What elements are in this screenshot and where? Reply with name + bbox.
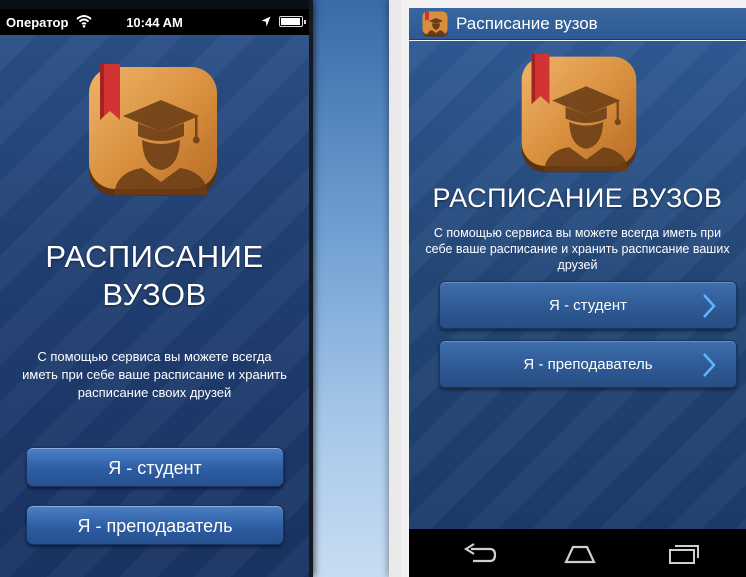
app-logo-icon xyxy=(521,54,637,173)
back-icon[interactable] xyxy=(463,543,497,565)
student-button[interactable]: Я - студент xyxy=(439,281,737,329)
home-icon[interactable] xyxy=(563,543,597,565)
teacher-button[interactable]: Я - преподаватель xyxy=(26,505,284,545)
student-button[interactable]: Я - студент xyxy=(26,447,284,487)
app-logo-icon[interactable] xyxy=(422,11,448,37)
app-logo-icon xyxy=(89,64,217,196)
iphone-device: Оператор 10:44 AM РАСПИСАНИЕ ВУЗОВ С пом… xyxy=(0,0,313,577)
student-button-label: Я - студент xyxy=(549,297,627,314)
teacher-button-label: Я - преподаватель xyxy=(523,356,653,373)
teacher-button[interactable]: Я - преподаватель xyxy=(439,340,737,388)
android-app-bar: Расписание вузов xyxy=(409,8,746,40)
app-description: С помощью сервиса вы можете всегда иметь… xyxy=(425,226,730,272)
app-title: РАСПИСАНИЕ ВУЗОВ xyxy=(432,183,723,213)
android-device: Расписание вузов РАСПИСАНИЕ ВУЗОВ С помо… xyxy=(389,0,746,577)
recent-apps-icon[interactable] xyxy=(667,543,701,565)
android-app-screen: РАСПИСАНИЕ ВУЗОВ С помощью сервиса вы мо… xyxy=(409,41,746,529)
ios-status-bar: Оператор 10:44 AM xyxy=(0,9,309,35)
ios-app-screen: РАСПИСАНИЕ ВУЗОВ С помощью сервиса вы мо… xyxy=(0,35,309,577)
battery-icon xyxy=(279,16,306,27)
location-arrow-icon xyxy=(261,16,271,27)
chevron-right-icon xyxy=(703,294,716,318)
app-title: РАСПИСАНИЕ ВУЗОВ xyxy=(45,239,264,312)
android-nav-bar xyxy=(409,529,746,577)
app-description: С помощью сервиса вы можете всегда иметь… xyxy=(22,349,287,400)
chevron-right-icon xyxy=(703,353,716,377)
app-bar-title: Расписание вузов xyxy=(456,14,598,33)
